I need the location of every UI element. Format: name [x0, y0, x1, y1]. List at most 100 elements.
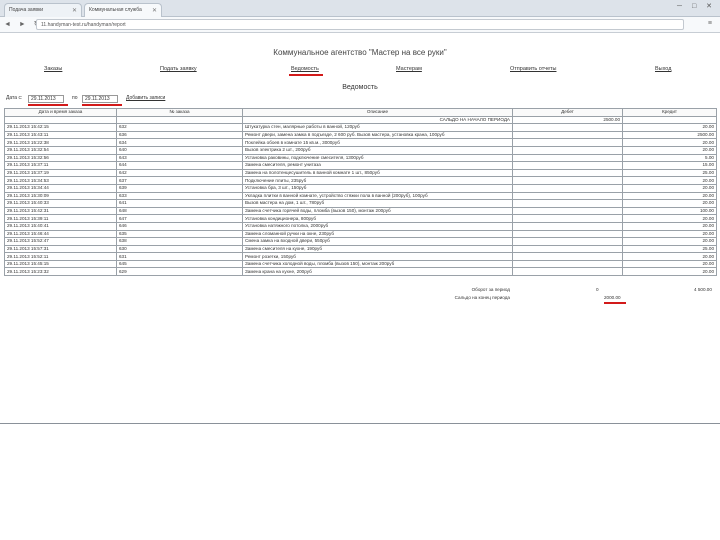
cell-credit: 20.00: [622, 176, 717, 185]
cell-order-number: 646: [116, 221, 243, 231]
cell-date: 29.11.2013 15:32:56: [4, 153, 117, 163]
cell-description: Установка раковины, подключение смесител…: [242, 153, 513, 163]
opening-balance-row: САЛЬДО НА НАЧАЛО ПЕРИОДА 2500.00: [4, 115, 717, 125]
nav-masters[interactable]: Мастерам: [396, 66, 422, 72]
date-to-input[interactable]: [82, 95, 118, 103]
cell-order-number: 639: [116, 183, 243, 193]
opening-balance-debit: 2500.00: [512, 115, 623, 125]
cell-debit: [512, 123, 623, 132]
cell-description: Подключение плиты, 235руб: [242, 176, 513, 185]
cell-date: 29.11.2013 15:34:53: [4, 176, 117, 185]
table-row[interactable]: 29.11.2013 15:32:56 643 Установка раковины…: [4, 153, 717, 163]
table-row[interactable]: 29.11.2013 15:37:11 644 Замена смесителя, …: [4, 161, 717, 170]
cell-date: 29.11.2013 15:57:31: [4, 244, 117, 254]
cell-debit: [512, 206, 623, 216]
closing-balance-underline: [604, 302, 626, 304]
table-row[interactable]: 29.11.2013 15:46:44 635 Замена сломанной р…: [4, 229, 717, 239]
cell-order-number: 634: [116, 138, 243, 147]
menu-icon[interactable]: ≡: [708, 20, 712, 27]
cell-description: Замена счетчика горячей воды, пломба (вы…: [242, 206, 513, 216]
cell-order-number: 629: [116, 267, 243, 277]
cell-order-number: 642: [116, 168, 243, 178]
turnover-row: Оборот за период 0 4 500.00: [0, 287, 720, 295]
table-row[interactable]: 29.11.2013 15:52:11 631 Ремонт розетки, 15…: [4, 252, 717, 261]
browser-tab[interactable]: Подача заявки ✕: [4, 3, 82, 17]
cell-credit: 20.00: [622, 123, 717, 132]
nav-logout[interactable]: Выход: [655, 66, 671, 72]
cell-description: Вызов мастера на дом, 1 шт., 780руб: [242, 199, 513, 208]
cell-date: 29.11.2013 15:22:38: [4, 138, 117, 147]
date-to-underline: [82, 104, 122, 106]
apply-filter-link[interactable]: Добавить записи: [126, 95, 165, 101]
opening-balance-label: САЛЬДО НА НАЧАЛО ПЕРИОДА: [242, 115, 513, 125]
top-navigation: Заказы Подать заявку Ведомость Мастерам …: [0, 66, 720, 76]
table-row[interactable]: 29.11.2013 15:37:19 642 Замена на полотенц…: [4, 168, 717, 178]
cell-credit: 15.00: [622, 161, 717, 170]
cell-order-number: 641: [116, 199, 243, 208]
cell-description: Штукатурка стен, малярные работы в ванно…: [242, 123, 513, 132]
cell-order-number: 638: [116, 237, 243, 246]
table-row[interactable]: 29.11.2013 15:30:09 633 Укладка плитки в в…: [4, 191, 717, 201]
cell-date: 29.11.2013 15:42:15: [4, 123, 117, 132]
cell-credit: 20.00: [622, 267, 717, 277]
cell-order-number: 644: [116, 161, 243, 170]
browser-tab-active[interactable]: Коммунальная служба ✕: [84, 3, 162, 17]
column-header[interactable]: Кредит: [622, 108, 717, 117]
cell-order-number: 637: [116, 176, 243, 185]
url-input[interactable]: 11.handyman-test.ru/handyman/report: [36, 19, 684, 30]
cell-debit: [512, 153, 623, 163]
column-header[interactable]: Дебет: [512, 108, 623, 117]
cell-order-number: 633: [116, 191, 243, 201]
date-from-input[interactable]: [28, 95, 64, 103]
cell-order-number: 635: [116, 229, 243, 239]
turnover-debit: 0: [596, 287, 599, 292]
cell-order-number: 631: [116, 252, 243, 261]
cell-description: Замена сломанной ручки на окне, 230руб: [242, 229, 513, 239]
column-header[interactable]: № заказа: [116, 108, 243, 117]
cell-date: 29.11.2013 15:34:44: [4, 183, 117, 193]
table-row[interactable]: 29.11.2013 15:40:33 641 Вызов мастера на д…: [4, 199, 717, 208]
cell-credit: 20.00: [622, 145, 717, 155]
window-controls[interactable]: ─ □ ✕: [677, 2, 716, 10]
cell-debit: [512, 130, 623, 140]
cell-description: Укладка плитки в ванной комнате, устройс…: [242, 191, 513, 201]
column-header[interactable]: Описание: [242, 108, 513, 117]
table-row[interactable]: 29.11.2013 15:43:11 636 Ремонт двери, заме…: [4, 130, 717, 140]
table-row[interactable]: 29.11.2013 15:39:11 647 Установка кондицио…: [4, 214, 717, 223]
cell-date: 29.11.2013 15:40:33: [4, 199, 117, 208]
nav-statement[interactable]: Ведомость: [291, 66, 319, 72]
cell-date: 29.11.2013 15:40:41: [4, 221, 117, 231]
table-row[interactable]: 29.11.2013 15:22:38 634 Поклейка обоев в к…: [4, 138, 717, 147]
cell-date: 29.11.2013 15:23:32: [4, 267, 117, 277]
cell-date: 29.11.2013 15:30:09: [4, 191, 117, 201]
address-bar: ◄ ► ↻ 11.handyman-test.ru/handyman/repor…: [0, 17, 720, 33]
column-header[interactable]: Дата и время заказа: [4, 108, 117, 117]
date-from-underline: [28, 104, 68, 106]
table-row[interactable]: 29.11.2013 15:23:32 629 Замена крана на ку…: [4, 267, 717, 277]
date-to-label: по: [72, 95, 78, 101]
table-row[interactable]: 29.11.2013 15:45:15 645 Замена счетчика хо…: [4, 259, 717, 269]
table-row[interactable]: 29.11.2013 15:40:41 646 Установка натяжног…: [4, 221, 717, 231]
table-row[interactable]: 29.11.2013 15:32:54 640 Вызов электрика 2 …: [4, 145, 717, 155]
cell-credit: 5.00: [622, 153, 717, 163]
page-title: Ведомость: [342, 84, 378, 91]
turnover-credit: 4 500.00: [694, 287, 712, 292]
nav-orders[interactable]: Заказы: [44, 66, 62, 72]
cell-credit: 25.00: [622, 168, 717, 178]
cell-credit: 20.00: [622, 214, 717, 223]
cell-date: 29.11.2013 15:32:54: [4, 145, 117, 155]
cell-credit: 2500.00: [622, 130, 717, 140]
cell-date: 29.11.2013 15:45:15: [4, 259, 117, 269]
table-row[interactable]: 29.11.2013 15:34:53 637 Подключение плиты,…: [4, 176, 717, 185]
cell-credit: 20.00: [622, 183, 717, 193]
close-icon[interactable]: ✕: [152, 7, 157, 14]
table-row[interactable]: 29.11.2013 15:52:47 638 Смена замка на вхо…: [4, 237, 717, 246]
nav-send-reports[interactable]: Отправить отчеты: [510, 66, 556, 72]
nav-submit-request[interactable]: Подать заявку: [160, 66, 197, 72]
table-row[interactable]: 29.11.2013 15:57:31 630 Замена смесителя н…: [4, 244, 717, 254]
close-icon[interactable]: ✕: [72, 7, 77, 14]
table-row[interactable]: 29.11.2013 15:42:31 648 Замена счетчика го…: [4, 206, 717, 216]
cell-debit: [512, 244, 623, 254]
table-row[interactable]: 29.11.2013 15:34:44 639 Установка бра, 3 ш…: [4, 183, 717, 193]
table-row[interactable]: 29.11.2013 15:42:15 632 Штукатурка стен, м…: [4, 123, 717, 132]
